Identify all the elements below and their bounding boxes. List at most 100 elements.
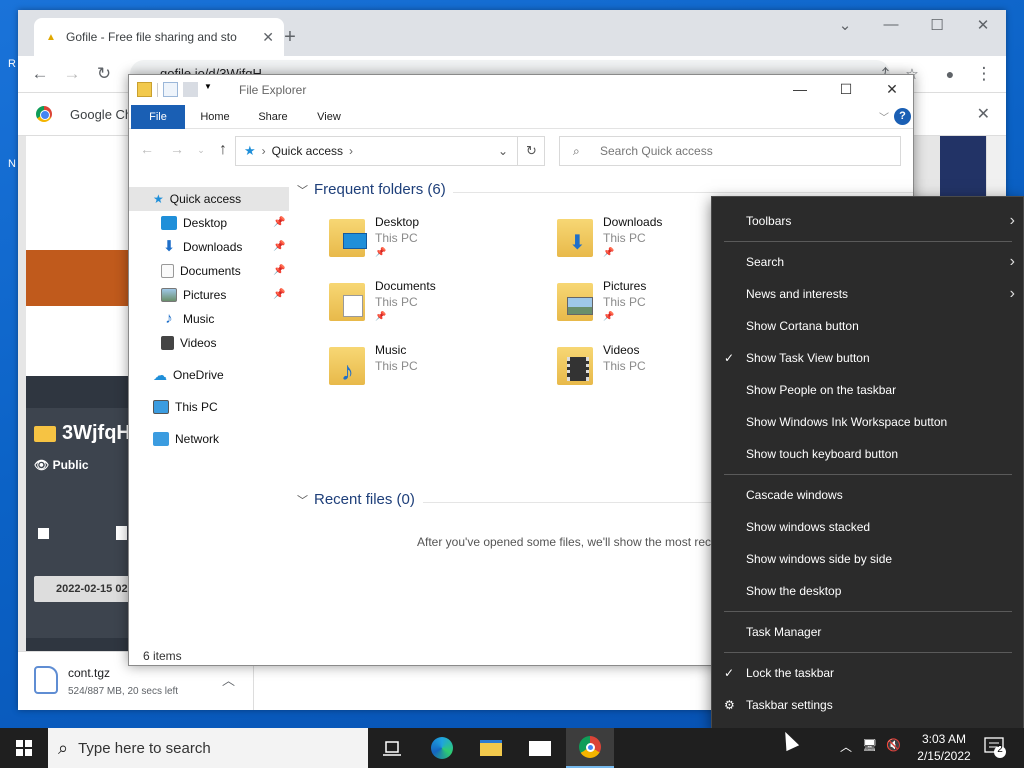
menu-item-task-view[interactable]: ✓ Show Task View button [712,342,1023,374]
taskbar-file-explorer[interactable] [467,728,515,768]
collapse-chevron-icon[interactable]: ﹀ [297,182,308,198]
ribbon-tab-file[interactable]: File [131,105,185,129]
new-tab-icon[interactable]: + [278,26,302,49]
nav-quick-access[interactable]: ★ Quick access [129,187,289,211]
section-divider [453,192,913,193]
reload-icon[interactable]: ↻ [92,62,116,86]
chrome-maximize-icon[interactable]: ☐ [922,16,952,34]
menu-item-touch-keyboard[interactable]: Show touch keyboard button [712,438,1023,470]
select-checkbox[interactable] [38,528,49,539]
folder-name: Videos [603,343,640,357]
chrome-close-icon[interactable]: ✕ [968,16,998,34]
folder-item-documents[interactable]: Documents This PC 📌 [329,279,529,335]
ribbon-tabs: File Home Share View ﹀ ? [129,105,913,129]
ribbon-tab-share[interactable]: Share [249,105,297,129]
explorer-minimize-icon[interactable]: — [785,81,815,97]
menu-item-stacked[interactable]: Show windows stacked [712,511,1023,543]
download-filename: cont.tgz [68,666,111,680]
recent-locations-icon[interactable]: ⌄ [191,145,211,156]
start-button[interactable] [0,728,48,768]
explorer-close-icon[interactable]: ✕ [877,81,907,98]
ribbon-tab-home[interactable]: Home [191,105,239,129]
network-icon[interactable]: 🖥 [862,738,877,752]
folder-item-music[interactable]: ♪ Music This PC [329,343,529,399]
menu-item-cascade[interactable]: Cascade windows [712,479,1023,511]
chrome-tab-search-icon[interactable]: ⌄ [830,16,860,34]
menu-item-ink-workspace[interactable]: Show Windows Ink Workspace button [712,406,1023,438]
customize-qat-icon[interactable]: ▼ [203,82,213,97]
infobar-close-icon[interactable]: ✕ [977,104,990,124]
status-item-count: 6 items [143,649,182,663]
task-view-button[interactable] [368,728,416,768]
nav-item-desktop[interactable]: Desktop [161,211,227,235]
nav-item-documents[interactable]: Documents [161,259,241,283]
profile-avatar-icon[interactable]: ● [938,62,962,86]
volume-muted-icon[interactable]: 🔇 [886,738,901,752]
menu-item-cortana[interactable]: Show Cortana button [712,310,1023,342]
nav-label: Pictures [183,288,227,302]
windows-logo-icon [16,740,32,756]
menu-item-people[interactable]: Show People on the taskbar [712,374,1023,406]
forward-icon[interactable]: → [60,62,84,86]
menu-item-news-interests[interactable]: News and interests › [712,278,1023,310]
explorer-maximize-icon[interactable]: ☐ [831,81,861,98]
help-icon[interactable]: ? [894,108,911,125]
nav-item-pictures[interactable]: Pictures [161,283,226,307]
collapse-chevron-icon[interactable]: ﹀ [297,492,308,508]
menu-item-side-by-side[interactable]: Show windows side by side [712,543,1023,575]
nav-item-music[interactable]: ♪ Music [161,307,214,331]
chrome-icon [579,736,601,758]
nav-label: OneDrive [173,368,224,382]
taskbar-edge[interactable] [418,728,466,768]
new-folder-icon[interactable] [183,82,198,97]
action-center-button[interactable]: 2 [984,736,1006,758]
menu-item-lock-taskbar[interactable]: ✓ Lock the taskbar [712,657,1023,689]
nav-back-icon[interactable]: ← [137,141,157,157]
menu-item-search[interactable]: Search › [712,246,1023,278]
ribbon-tab-view[interactable]: View [305,105,353,129]
menu-item-show-desktop[interactable]: Show the desktop [712,575,1023,607]
chrome-menu-icon[interactable]: ⋮ [972,62,996,86]
menu-item-task-manager[interactable]: Task Manager [712,616,1023,648]
refresh-icon[interactable]: ↻ [517,136,545,166]
taskbar-clock[interactable]: 3:03 AM 2/15/2022 [906,731,982,765]
folder-item-desktop[interactable]: Desktop This PC 📌 [329,215,529,271]
address-bar[interactable]: ★ › Quick access › ⌄ [235,136,545,166]
tab-close-icon[interactable]: ✕ [262,29,274,46]
network-icon [153,432,169,446]
nav-item-downloads[interactable]: ⬇ Downloads [161,235,243,259]
taskbar-search-box[interactable]: ⌕ Type here to search [48,728,368,768]
show-hidden-icons-chevron-icon[interactable]: ︿ [840,738,852,755]
download-options-chevron-icon[interactable]: ︿ [222,670,235,689]
menu-item-taskbar-settings[interactable]: ⚙ Taskbar settings [712,689,1023,721]
menu-label: Show People on the taskbar [746,383,897,397]
back-icon[interactable]: ← [28,62,52,86]
nav-item-onedrive[interactable]: ☁ OneDrive [153,363,224,387]
taskbar[interactable]: ⌕ Type here to search ︿ 🖥 🔇 3:03 AM 2/15… [0,728,1024,768]
properties-icon[interactable] [163,82,178,97]
menu-label: News and interests [746,287,849,301]
nav-item-network[interactable]: Network [153,427,219,451]
breadcrumb-separator-icon[interactable]: › [349,144,353,158]
chrome-tab[interactable]: ▲ Gofile - Free file sharing and sto ✕ [34,18,284,56]
desktop-overlay-icon [343,233,367,249]
nav-item-videos[interactable]: Videos [161,331,216,355]
search-quick-access-input[interactable]: Search Quick access [559,136,901,166]
expand-ribbon-icon[interactable]: ﹀ [879,109,889,124]
nav-item-thispc[interactable]: This PC [153,395,218,419]
folder-name: Pictures [603,279,647,293]
nav-up-icon[interactable]: ↑ [213,141,233,159]
breadcrumb-quick-access[interactable]: Quick access [272,144,343,158]
desktop-fragment: N [8,158,16,170]
breadcrumb-separator-icon[interactable]: › [262,144,266,158]
taskbar-mail[interactable] [516,728,564,768]
nav-forward-icon[interactable]: → [167,141,187,157]
menu-item-toolbars[interactable]: Toolbars › [712,205,1023,237]
address-dropdown-icon[interactable]: ⌄ [498,144,508,158]
taskbar-context-menu: Toolbars › Search › News and interests › Sh… [711,196,1024,730]
frequent-folders-header[interactable]: ﹀ Frequent folders (6) [297,181,446,198]
taskbar-chrome[interactable] [566,728,614,768]
recent-files-header[interactable]: ﹀ Recent files (0) [297,491,415,508]
chrome-minimize-icon[interactable]: — [876,16,906,33]
explorer-titlebar: ▼ File Explorer — ☐ ✕ [129,75,913,105]
